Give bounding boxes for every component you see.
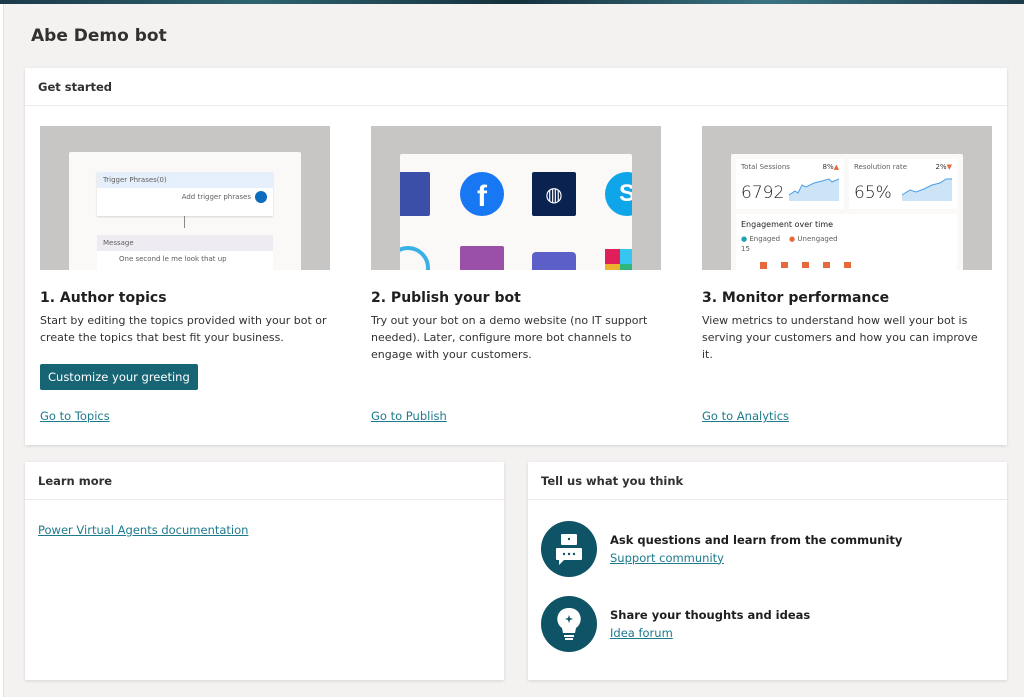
top-banner — [0, 0, 1024, 4]
go-to-publish-link[interactable]: Go to Publish — [371, 409, 447, 423]
left-nav-edge — [0, 4, 4, 697]
cortana-icon — [400, 246, 430, 270]
message-header: Message — [97, 235, 273, 251]
email-icon — [460, 246, 504, 270]
ideas-item: Share your thoughts and ideas Idea forum — [541, 596, 810, 652]
y-tick: 15 — [741, 245, 750, 253]
learn-more-card: Learn more Power Virtual Agents document… — [25, 462, 504, 680]
slack-icon — [605, 249, 632, 270]
go-to-analytics-link[interactable]: Go to Analytics — [702, 409, 789, 423]
customize-greeting-button[interactable]: Customize your greeting — [40, 364, 198, 390]
card-title: Tell us what you think — [528, 462, 1007, 500]
author-topics-column: Trigger Phrases(0) Add trigger phrases M… — [40, 126, 330, 423]
item-heading: Share your thoughts and ideas — [610, 607, 811, 622]
card-title: Get started — [25, 68, 1007, 106]
engaged-legend: Engaged — [749, 235, 781, 243]
card-title: Learn more — [25, 462, 504, 500]
engagement-title: Engagement over time — [741, 220, 834, 229]
page-title: Abe Demo bot — [31, 26, 167, 46]
teams-icon — [532, 252, 576, 270]
column-heading: 2. Publish your bot — [371, 290, 521, 306]
column-heading: 3. Monitor performance — [702, 290, 890, 306]
add-trigger-text: Add trigger phrases — [181, 193, 251, 201]
publish-column: f ◍ S 2. Publish your bot Try out your b… — [371, 126, 661, 423]
documentation-link[interactable]: Power Virtual Agents documentation — [38, 523, 248, 537]
trigger-phrases-header: Trigger Phrases(0) — [97, 172, 273, 188]
go-to-topics-link[interactable]: Go to Topics — [40, 409, 110, 423]
facebook-icon: f — [460, 172, 504, 216]
community-item: Ask questions and learn from the communi… — [541, 521, 902, 577]
column-description: Try out your bot on a demo website (no I… — [371, 314, 648, 361]
support-community-link[interactable]: Support community — [610, 551, 724, 565]
web-chat-icon — [400, 172, 430, 216]
publish-preview-image: f ◍ S — [371, 126, 661, 270]
monitor-column: Total Sessions 8%▲ 6792 Resolution rate … — [702, 126, 992, 423]
unengaged-legend: Unengaged — [797, 235, 838, 243]
chat-icon — [541, 521, 597, 577]
author-preview-image: Trigger Phrases(0) Add trigger phrases M… — [40, 126, 330, 270]
sessions-sparkline — [789, 178, 839, 201]
feedback-card: Tell us what you think Ask questions and… — [528, 462, 1007, 680]
item-heading: Ask questions and learn from the communi… — [610, 532, 903, 547]
idea-forum-link[interactable]: Idea forum — [610, 626, 673, 640]
sessions-change: 8% — [822, 163, 834, 171]
lightbulb-icon — [541, 596, 597, 652]
message-text: One second le me look that up — [119, 255, 227, 263]
column-description: View metrics to understand how well your… — [702, 314, 978, 361]
sessions-value: 6792 — [741, 183, 785, 203]
column-heading: 1. Author topics — [40, 290, 167, 306]
user-icon — [255, 191, 267, 203]
skype-icon: S — [605, 172, 632, 216]
resolution-value: 65% — [854, 183, 892, 203]
analytics-preview-image: Total Sessions 8%▲ 6792 Resolution rate … — [702, 126, 992, 270]
resolution-change: 2% — [935, 163, 947, 171]
website-icon: ◍ — [532, 172, 576, 216]
resolution-sparkline — [902, 178, 952, 201]
get-started-card: Get started Trigger Phrases(0) Add trigg… — [25, 68, 1007, 445]
column-description: Start by editing the topics provided wit… — [40, 314, 327, 344]
